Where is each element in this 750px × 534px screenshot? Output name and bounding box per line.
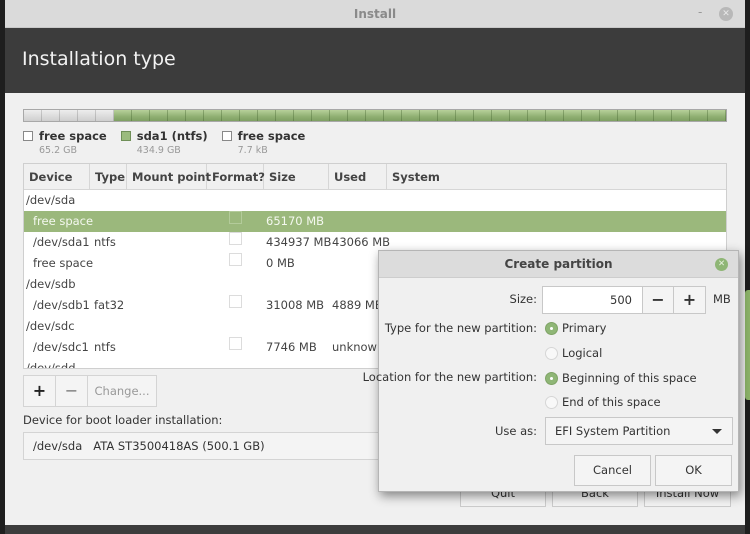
partition-bar-free-space [24,110,114,121]
page-header: Installation type [5,28,745,91]
device-cell: /dev/sdc [26,319,75,333]
legend-label: sda1 (ntfs) [136,129,208,143]
used-cell: unknown [332,340,385,354]
size-label: Size: [509,292,537,306]
column-header-system[interactable]: System [387,164,726,189]
device-cell: /dev/sdb1 [33,298,90,312]
type-cell: ntfs [94,235,116,249]
radio-label: Logical [562,346,603,360]
device-cell: free space [33,256,94,270]
partition-type-label: Type for the new partition: [384,321,537,335]
column-header-device[interactable]: Device [24,164,90,189]
legend-size: 7.7 kB [237,145,268,156]
size-input[interactable] [543,287,643,313]
legend-label: free space [39,129,107,143]
dialog-title-bar: Create partition ✕ [379,251,738,278]
location-label: Location for the new partition: [362,370,537,384]
device-cell: /dev/sdc1 [33,340,89,354]
column-header-format[interactable]: Format? [207,164,265,189]
change-partition-button[interactable]: Change... [88,376,156,406]
size-decrement-button[interactable]: − [643,287,675,313]
legend-size: 65.2 GB [39,145,78,156]
legend-label: free space [237,129,306,143]
device-cell: free space [33,214,94,228]
legend-swatch-ntfs [120,131,131,141]
size-cell: 0 MB [266,256,295,270]
page-title: Installation type [22,48,176,70]
format-checkbox[interactable] [229,211,242,224]
legend-item: free space 65.2 GB [23,129,107,156]
size-increment-button[interactable]: + [674,287,705,313]
minimize-button[interactable]: - [698,5,702,19]
create-partition-dialog: Create partition ✕ Size: − + MB Type for… [363,250,739,492]
ok-button[interactable]: OK [655,455,732,486]
radio-label: End of this space [562,395,661,409]
close-icon[interactable]: ✕ [719,7,733,21]
radio-checked-icon [545,371,558,385]
size-unit-label: MB [713,292,731,306]
window-title: Install [353,7,397,21]
table-header: Device Type Mount point Format? Size Use… [24,164,726,190]
format-checkbox[interactable] [229,232,242,245]
partition-bar [23,109,727,122]
radio-label: Beginning of this space [562,371,697,385]
use-as-label: Use as: [494,424,537,438]
radio-label: Primary [562,321,607,335]
radio-checked-icon [545,321,558,335]
legend-item: free space 7.7 kB [221,129,306,156]
size-cell: 7746 MB [266,340,317,354]
column-header-type[interactable]: Type [90,164,127,189]
radio-unchecked-icon [545,346,558,360]
device-cell: /dev/sdd [26,361,76,369]
remove-partition-button[interactable]: − [56,376,88,406]
size-cell: 434937 MB [266,235,332,249]
legend-item: sda1 (ntfs) 434.9 GB [120,129,208,156]
use-as-value: EFI System Partition [555,424,671,438]
device-cell: /dev/sdb [26,277,76,291]
format-checkbox[interactable] [229,295,242,308]
used-cell: 4889 MB [332,298,383,312]
type-cell: ntfs [94,340,116,354]
partition-bar-sda1 [114,110,726,121]
size-cell: 65170 MB [266,214,325,228]
device-cell: /dev/sda1 [33,235,90,249]
radio-beginning-of-space[interactable]: Beginning of this space [545,371,697,385]
radio-logical[interactable]: Logical [545,346,602,360]
close-icon[interactable]: ✕ [715,258,728,271]
radio-unchecked-icon [545,395,558,409]
partition-legend: free space 65.2 GB sda1 (ntfs) 434.9 GB … [23,129,305,156]
desktop-wallpaper-accent [745,290,750,400]
use-as-dropdown[interactable]: EFI System Partition [545,417,733,445]
device-cell: /dev/sda [26,193,76,207]
title-bar: Install - ✕ [5,0,745,28]
format-checkbox[interactable] [229,253,242,266]
radio-end-of-space[interactable]: End of this space [545,395,661,409]
add-partition-button[interactable]: + [24,376,56,406]
dialog-title: Create partition [504,257,613,271]
cancel-button[interactable]: Cancel [574,455,651,486]
column-header-size[interactable]: Size [264,164,329,189]
legend-size: 434.9 GB [136,145,181,156]
partition-row[interactable]: free space 65170 MB [24,211,726,232]
column-header-mount-point[interactable]: Mount point [127,164,211,189]
format-checkbox[interactable] [229,337,242,350]
size-cell: 31008 MB [266,298,325,312]
legend-swatch-free [23,131,33,141]
chevron-down-icon [712,429,722,434]
partition-toolbar: + − Change... [23,375,157,407]
column-header-used[interactable]: Used [329,164,387,189]
size-spinner: − + [542,286,706,314]
disk-row[interactable]: /dev/sda [24,190,726,211]
bootloader-label: Device for boot loader installation: [23,413,223,427]
legend-swatch-free [221,131,232,141]
radio-primary[interactable]: Primary [545,321,606,335]
type-cell: fat32 [94,298,125,312]
